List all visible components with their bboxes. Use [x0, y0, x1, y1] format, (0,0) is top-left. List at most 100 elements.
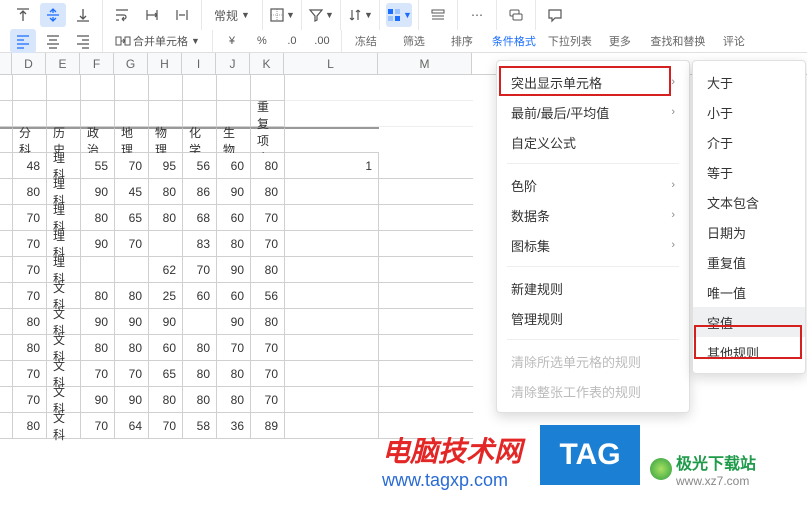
cell[interactable]: 90: [149, 309, 183, 335]
cell[interactable]: 70: [251, 335, 285, 361]
cell[interactable]: 70: [81, 361, 115, 387]
column-header[interactable]: F: [80, 53, 114, 74]
header-cell[interactable]: 物理: [149, 127, 183, 153]
menu-item[interactable]: 自定义公式: [497, 127, 689, 157]
cell[interactable]: [0, 75, 13, 101]
cell[interactable]: 95: [149, 153, 183, 179]
find-replace-button[interactable]: [503, 3, 529, 27]
cell[interactable]: [379, 231, 473, 257]
cell[interactable]: 65: [149, 361, 183, 387]
more-button[interactable]: ⋯: [464, 3, 490, 27]
menu-item[interactable]: 管理规则: [497, 303, 689, 333]
cell[interactable]: 70: [81, 413, 115, 439]
cell[interactable]: [379, 335, 473, 361]
cell[interactable]: 83: [183, 231, 217, 257]
cell[interactable]: 70: [251, 231, 285, 257]
submenu-item[interactable]: 日期为: [693, 217, 805, 247]
cell[interactable]: 70: [251, 361, 285, 387]
cell[interactable]: 80: [13, 335, 47, 361]
cell[interactable]: [379, 283, 473, 309]
cell[interactable]: [149, 75, 183, 101]
cell[interactable]: 70: [115, 231, 149, 257]
cell[interactable]: 70: [13, 283, 47, 309]
submenu-item[interactable]: 大于: [693, 67, 805, 97]
cell[interactable]: 80: [251, 153, 285, 179]
submenu-item[interactable]: 空值: [693, 307, 805, 337]
cell[interactable]: [285, 387, 379, 413]
cell[interactable]: [285, 179, 379, 205]
cell[interactable]: [379, 179, 473, 205]
header-cell[interactable]: [0, 127, 13, 153]
cell[interactable]: [379, 101, 473, 127]
border-button[interactable]: ▼: [269, 3, 295, 27]
cell[interactable]: [0, 179, 13, 205]
cell[interactable]: 60: [183, 283, 217, 309]
submenu-item[interactable]: 介于: [693, 127, 805, 157]
header-cell[interactable]: 政治: [81, 127, 115, 153]
cell[interactable]: [379, 309, 473, 335]
cell[interactable]: 80: [13, 309, 47, 335]
cell[interactable]: [149, 231, 183, 257]
cell[interactable]: 70: [13, 205, 47, 231]
comment-button[interactable]: [542, 3, 568, 27]
column-header[interactable]: D: [12, 53, 46, 74]
cell[interactable]: [0, 101, 13, 127]
submenu-item[interactable]: 等于: [693, 157, 805, 187]
submenu-item[interactable]: 其他规则: [693, 337, 805, 367]
cell[interactable]: [115, 257, 149, 283]
cell[interactable]: 90: [115, 387, 149, 413]
cell[interactable]: [0, 335, 13, 361]
cell[interactable]: 70: [217, 335, 251, 361]
cell[interactable]: [183, 309, 217, 335]
decrease-decimal-button[interactable]: .0: [279, 29, 305, 53]
column-header[interactable]: M: [378, 53, 472, 74]
cell[interactable]: 90: [81, 179, 115, 205]
valign-top-button[interactable]: [10, 3, 36, 27]
cell[interactable]: 70: [13, 387, 47, 413]
cell[interactable]: [285, 231, 379, 257]
cell[interactable]: 80: [217, 361, 251, 387]
cell[interactable]: [13, 75, 47, 101]
cell[interactable]: 60: [217, 205, 251, 231]
cell[interactable]: 90: [81, 387, 115, 413]
menu-item[interactable]: 数据条›: [497, 200, 689, 230]
cell[interactable]: [285, 309, 379, 335]
align-center-button[interactable]: [40, 29, 66, 53]
column-header[interactable]: H: [148, 53, 182, 74]
cell[interactable]: 58: [183, 413, 217, 439]
cell[interactable]: [285, 205, 379, 231]
cell[interactable]: 80: [13, 413, 47, 439]
cell[interactable]: 70: [183, 257, 217, 283]
cell[interactable]: [0, 387, 13, 413]
currency-button[interactable]: ¥: [219, 29, 245, 53]
cell[interactable]: [0, 283, 13, 309]
column-header[interactable]: I: [182, 53, 216, 74]
menu-item[interactable]: 色阶›: [497, 170, 689, 200]
cell[interactable]: [285, 361, 379, 387]
cell[interactable]: 80: [183, 361, 217, 387]
cell[interactable]: 90: [81, 231, 115, 257]
cell[interactable]: 70: [251, 387, 285, 413]
conditional-format-button[interactable]: ▼: [386, 3, 412, 27]
cell[interactable]: [379, 75, 473, 101]
cell[interactable]: [81, 257, 115, 283]
cell[interactable]: 45: [115, 179, 149, 205]
clip-button[interactable]: [169, 3, 195, 27]
column-header[interactable]: [0, 53, 12, 74]
cell[interactable]: 80: [251, 179, 285, 205]
cell[interactable]: [0, 413, 13, 439]
column-header[interactable]: K: [250, 53, 284, 74]
filter-icon[interactable]: ▼: [308, 3, 334, 27]
cell[interactable]: 70: [13, 231, 47, 257]
cell[interactable]: [285, 75, 379, 101]
cell[interactable]: [285, 101, 379, 127]
header-cell[interactable]: 地理: [115, 127, 149, 153]
cell[interactable]: 65: [115, 205, 149, 231]
cell[interactable]: 60: [217, 153, 251, 179]
cell[interactable]: [47, 75, 81, 101]
sort-icon[interactable]: ▼: [347, 3, 373, 27]
cell[interactable]: 60: [217, 283, 251, 309]
cell[interactable]: 55: [81, 153, 115, 179]
cell[interactable]: 80: [183, 335, 217, 361]
header-cell[interactable]: 重复项个数: [251, 127, 285, 153]
